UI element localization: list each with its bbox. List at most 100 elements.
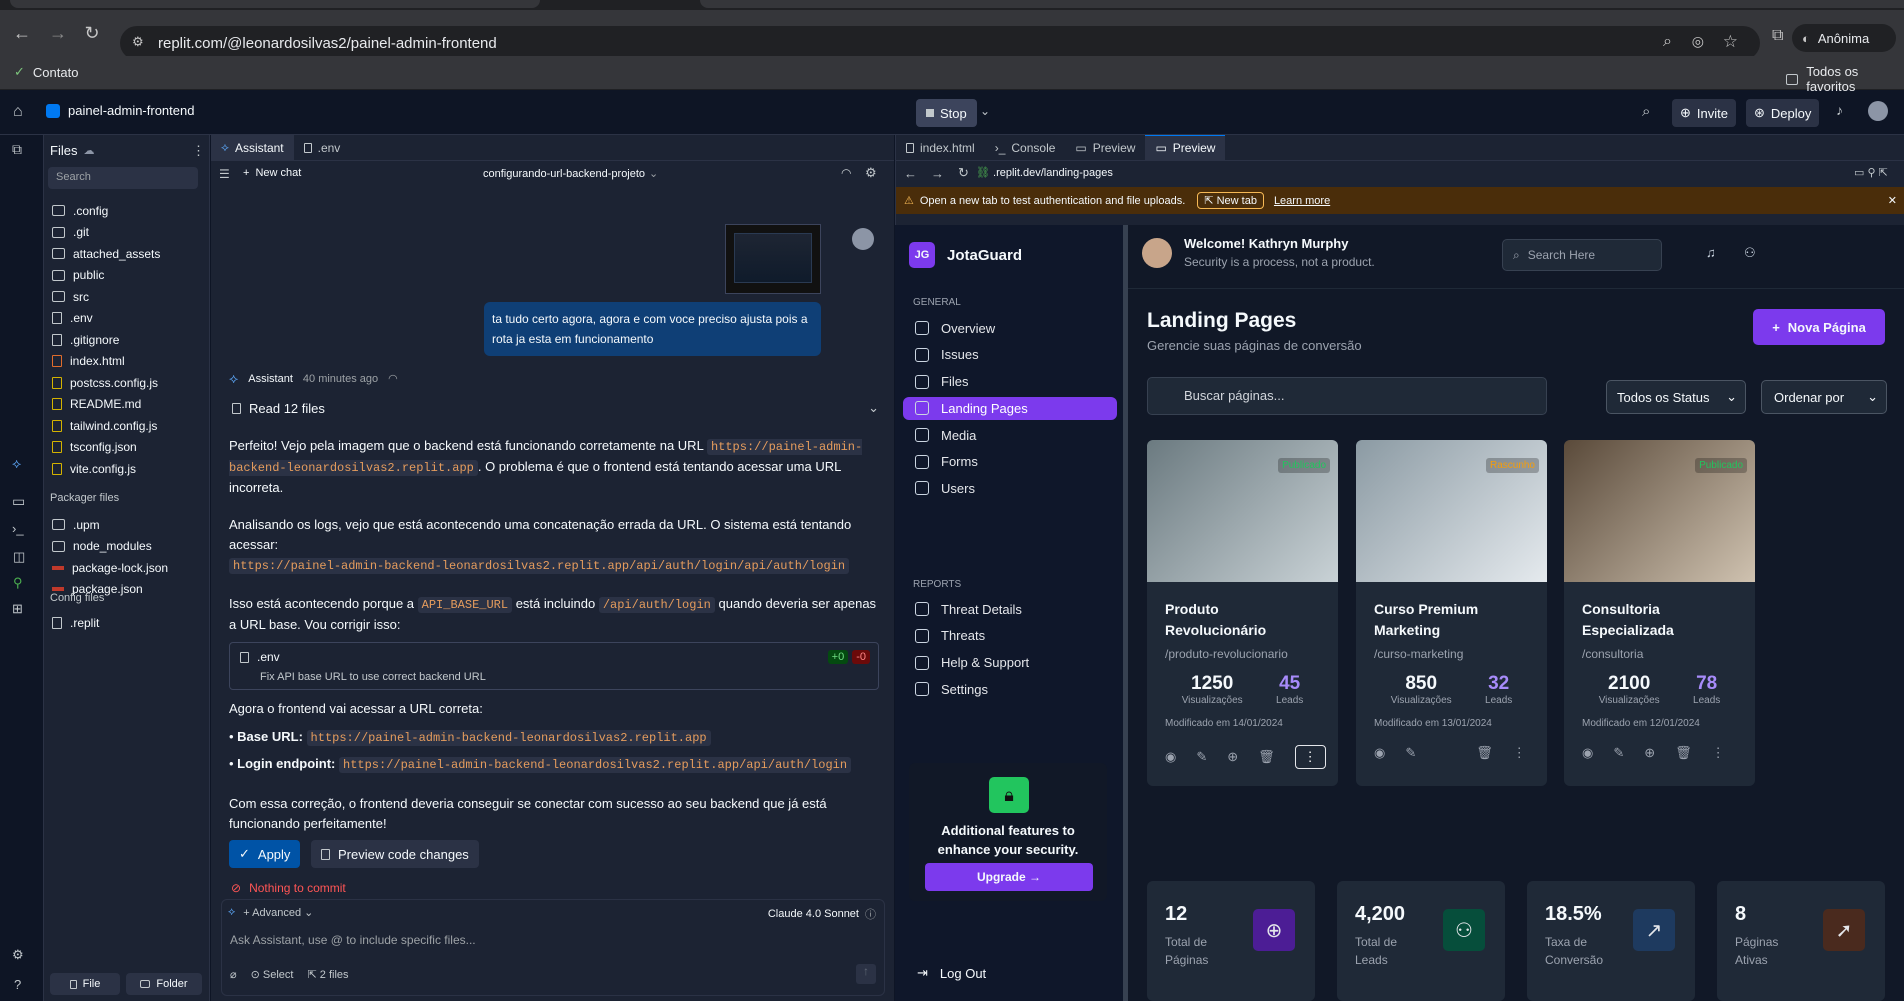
file-tree-item[interactable]: .upm <box>44 514 210 536</box>
tab-assistant[interactable]: ⟡ Assistant <box>211 134 294 161</box>
file-tree-item[interactable]: attached_assets <box>44 243 210 265</box>
send-button[interactable]: ↑ <box>856 964 876 984</box>
chevron-down-icon[interactable]: ⌄ <box>980 104 990 118</box>
git-icon[interactable]: ⚲ <box>13 575 23 591</box>
trash-icon[interactable]: 🗑︎ <box>1675 745 1692 761</box>
reload-icon[interactable]: ↻ <box>78 19 106 47</box>
nav-item[interactable]: Files <box>903 370 1117 393</box>
file-tree-item[interactable]: node_modules <box>44 536 210 558</box>
back-icon[interactable]: ← <box>904 166 917 181</box>
user-icon[interactable]: ⚇ <box>1744 245 1756 261</box>
trash-icon[interactable]: 🗑︎ <box>1258 749 1275 765</box>
file-tree-item[interactable]: postcss.config.js <box>44 372 210 394</box>
browser-tab[interactable] <box>10 0 540 8</box>
file-tree-item[interactable]: README.md <box>44 394 210 416</box>
nav-item[interactable]: Landing Pages <box>903 397 1117 420</box>
devtools-icons[interactable]: ▭ ⚲ ⇱ <box>1854 166 1888 179</box>
star-icon[interactable]: ☆ <box>1723 32 1738 52</box>
files-menu-icon[interactable]: ⋮ <box>192 143 205 159</box>
files-tool-icon[interactable]: ⧉ <box>12 141 22 158</box>
nav-item[interactable]: Overview <box>903 317 1117 340</box>
file-tree-item[interactable]: .replit <box>44 612 210 634</box>
header-search[interactable]: ⌕ Search Here <box>1502 239 1662 271</box>
stop-button[interactable]: Stop <box>916 99 977 127</box>
file-search-input[interactable]: Search <box>48 167 198 189</box>
file-tree-item[interactable]: public <box>44 265 210 287</box>
edit-icon[interactable]: ✎ <box>1196 749 1207 765</box>
console-tool-icon[interactable]: ›_ <box>12 521 24 536</box>
attach-icon[interactable]: ⌀ <box>230 968 237 981</box>
nav-item[interactable]: Users <box>903 477 1117 500</box>
nav-item[interactable]: Forms <box>903 450 1117 473</box>
invite-button[interactable]: ⊕ Invite <box>1672 99 1736 127</box>
eye-icon[interactable]: ◉ <box>1582 745 1593 761</box>
tab-console[interactable]: ›_ Console <box>985 135 1066 161</box>
advanced-toggle[interactable]: + Advanced ⌄ <box>243 906 313 919</box>
forward-icon[interactable]: → <box>931 166 944 181</box>
browser-tab-active[interactable] <box>700 0 1904 8</box>
bell-icon[interactable]: ♫ <box>1706 245 1716 260</box>
logout-button[interactable]: ⇥ Log Out <box>917 965 986 981</box>
profile-button[interactable]: ◐ Anônima <box>1792 24 1896 52</box>
page-search-input[interactable]: Buscar páginas... <box>1147 377 1547 415</box>
bookmark-contato[interactable]: ✓ Contato <box>14 64 78 80</box>
preview-tool-icon[interactable]: ▭ <box>12 493 25 510</box>
zoom-icon[interactable]: ⌕ <box>1663 33 1672 51</box>
chat-input[interactable]: Ask Assistant, use @ to include specific… <box>230 930 870 952</box>
nav-item[interactable]: Issues <box>903 344 1117 367</box>
files-context-button[interactable]: ⇱ 2 files <box>307 968 348 981</box>
extensions-icon[interactable]: ⧉ <box>1772 27 1783 45</box>
brand[interactable]: JG JotaGuard <box>909 242 1022 268</box>
preview-address-bar[interactable]: ⛓ .replit.dev/landing-pages <box>976 163 1836 183</box>
apply-button[interactable]: ✓ Apply <box>229 840 301 868</box>
sort-select[interactable]: Ordenar por ⌄ <box>1761 380 1887 414</box>
all-tools-icon[interactable]: ⊞ <box>12 601 23 617</box>
back-icon[interactable]: ← <box>8 19 36 47</box>
eye-icon[interactable]: ◉ <box>1165 749 1176 765</box>
database-icon[interactable]: ◫ <box>13 549 25 565</box>
site-info-icon[interactable]: ⚙ <box>132 34 144 50</box>
file-tree-item[interactable]: tailwind.config.js <box>44 415 210 437</box>
new-folder-button[interactable]: Folder <box>126 973 202 995</box>
assistant-tool-icon[interactable]: ⟡ <box>12 455 21 472</box>
reload-icon[interactable]: ↻ <box>958 165 969 181</box>
new-chat-button[interactable]: + New chat <box>243 167 301 179</box>
file-tree-item[interactable]: package-lock.json <box>44 557 210 579</box>
file-change-card[interactable]: .env Fix API base URL to use correct bac… <box>229 642 879 690</box>
upgrade-button[interactable]: Upgrade → <box>925 863 1093 891</box>
gear-icon[interactable]: ⚙ <box>865 165 877 181</box>
close-icon[interactable]: ✕ <box>1888 194 1897 207</box>
tab-index-html[interactable]: index.html <box>896 135 985 161</box>
select-button[interactable]: ⊙ Select <box>251 968 294 981</box>
search-icon[interactable]: ⌕ <box>1642 103 1650 120</box>
landing-page-card[interactable]: Rascunho Curso Premium Marketing/curso-ma… <box>1356 440 1547 786</box>
forward-icon[interactable]: → <box>44 19 72 47</box>
more-icon[interactable]: ⋮ <box>1712 745 1725 761</box>
file-tree-item[interactable]: src <box>44 286 210 308</box>
all-bookmarks[interactable]: Todos os favoritos <box>1786 64 1904 94</box>
preview-changes-button[interactable]: Preview code changes <box>311 840 479 868</box>
file-tree-item[interactable]: index.html <box>44 351 210 373</box>
edit-icon[interactable]: ✎ <box>1405 745 1416 761</box>
settings-tool-icon[interactable]: ⚙ <box>12 947 24 963</box>
trash-icon[interactable]: 🗑︎ <box>1476 745 1493 761</box>
avatar[interactable] <box>1868 101 1888 121</box>
sidebar-scrollbar[interactable] <box>1123 225 1128 1001</box>
home-icon[interactable]: ⌂ <box>13 103 23 121</box>
status-filter-select[interactable]: Todos os Status ⌄ <box>1606 380 1746 414</box>
nav-item[interactable]: Media <box>903 424 1117 447</box>
file-tree-item[interactable]: .git <box>44 222 210 244</box>
file-tree-item[interactable]: vite.config.js <box>44 458 210 480</box>
nav-item[interactable]: Settings <box>903 678 1117 701</box>
eye-off-icon[interactable]: ◎ <box>1692 33 1704 50</box>
speed-icon[interactable]: ◠ <box>841 166 851 180</box>
deploy-button[interactable]: ⊛ Deploy <box>1746 99 1820 127</box>
nav-item[interactable]: Threats <box>903 625 1117 648</box>
edit-icon[interactable]: ✎ <box>1613 745 1624 761</box>
file-tree-item[interactable]: .config <box>44 200 210 222</box>
user-avatar[interactable] <box>1142 238 1172 268</box>
nav-item[interactable]: Help & Support <box>903 651 1117 674</box>
more-icon[interactable]: ⋮ <box>1513 745 1526 761</box>
bell-icon[interactable]: ♪ <box>1836 102 1843 118</box>
tab-preview[interactable]: ▭ Preview <box>1065 135 1145 161</box>
